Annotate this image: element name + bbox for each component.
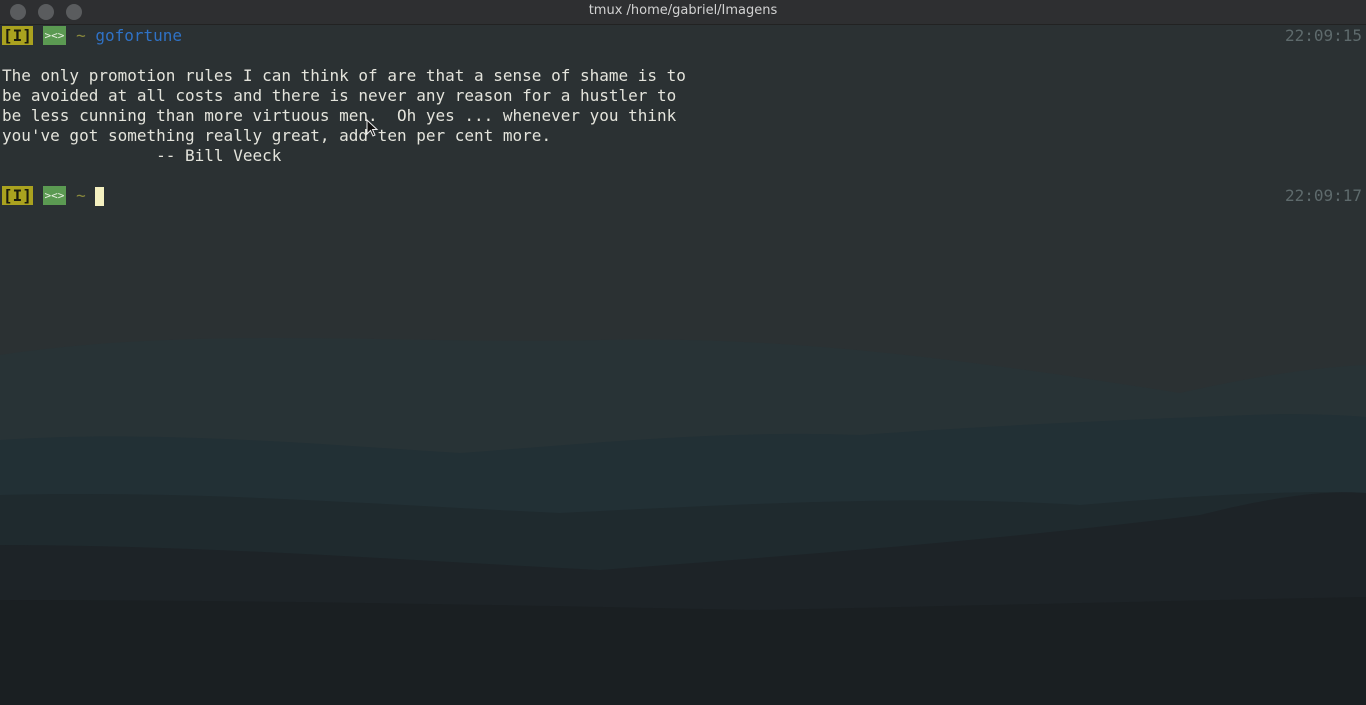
text-cursor: [95, 187, 105, 206]
output-line: The only promotion rules I can think of …: [2, 66, 686, 85]
cwd-indicator: ~: [76, 186, 86, 205]
output-line: -- Bill Veeck: [2, 146, 282, 165]
fish-shell-icon: ><>: [42, 186, 67, 205]
prompt-line: [I] ><> ~ gofortune: [2, 26, 182, 46]
output-line: be less cunning than more virtuous men. …: [2, 106, 677, 125]
terminal-area[interactable]: [I] ><> ~ gofortune 22:09:15 The only pr…: [0, 25, 1366, 705]
window-title: tmux /home/gabriel/Imagens: [588, 3, 778, 18]
fish-shell-icon: ><>: [42, 26, 67, 45]
mouse-pointer-icon: [366, 119, 379, 137]
output-line: be avoided at all costs and there is nev…: [2, 86, 677, 105]
vi-mode-badge: [I]: [2, 26, 33, 45]
window-titlebar[interactable]: tmux /home/gabriel/Imagens: [0, 0, 1366, 25]
cwd-indicator: ~: [76, 26, 86, 45]
current-prompt-line[interactable]: [I] ><> ~: [2, 186, 105, 206]
vi-mode-badge: [I]: [2, 186, 33, 205]
command-timestamp: 22:09:15: [1284, 26, 1362, 45]
command-text: gofortune: [95, 26, 183, 45]
output-line: you've got something really great, add t…: [2, 126, 552, 145]
prompt-timestamp: 22:09:17: [1284, 186, 1362, 205]
